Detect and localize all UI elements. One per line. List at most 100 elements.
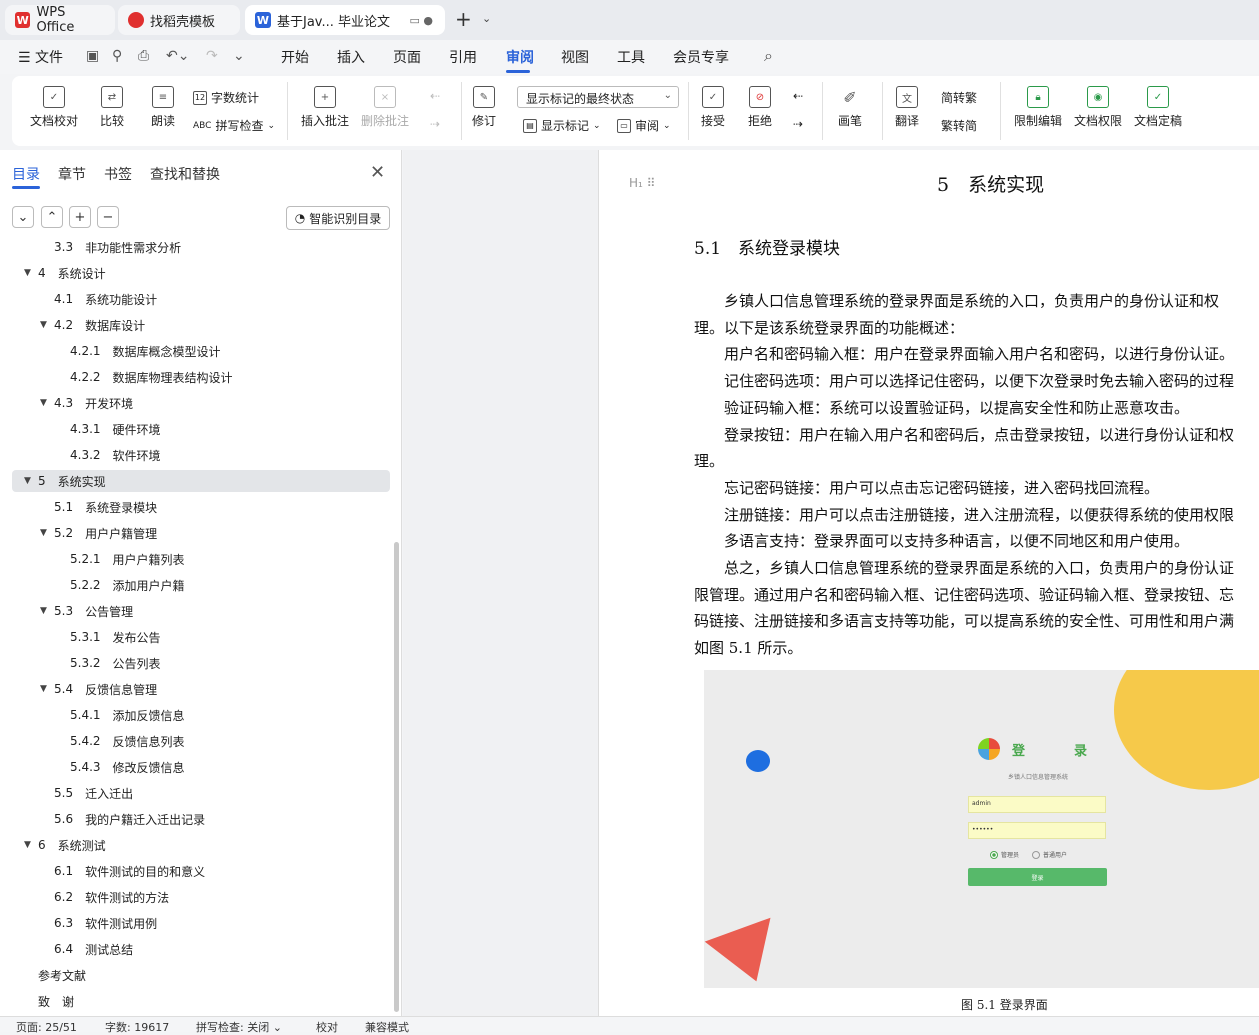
proofread-button[interactable]: ✓ 文档校对 <box>30 86 78 129</box>
delete-comment-button[interactable]: × 删除批注 <box>361 86 409 129</box>
toc-item[interactable]: 5.1 系统登录模块 <box>40 496 157 518</box>
toc-item[interactable]: 3.3 非功能性需求分析 <box>40 242 181 258</box>
menu-insert[interactable]: 插入 <box>337 47 365 67</box>
toc-item[interactable]: 4.2.1 数据库概念模型设计 <box>56 340 221 362</box>
toc-item[interactable]: ▼ 4.2 数据库设计 <box>40 314 145 336</box>
toc-item[interactable]: 4.3.2 软件环境 <box>56 444 161 466</box>
toc-item[interactable]: 5.5 迁入迁出 <box>40 782 133 804</box>
doc-permission-button[interactable]: ◉ 文档权限 <box>1074 86 1122 129</box>
markup-state-select[interactable]: 显示标记的最终状态 ⌄ <box>517 86 679 108</box>
toc-item[interactable]: 5.3.1 发布公告 <box>56 626 161 648</box>
accept-button[interactable]: ✓ 接受 <box>701 86 725 129</box>
toc-item[interactable]: 6.3 软件测试用例 <box>40 912 157 934</box>
toc-item[interactable]: 5.4.3 修改反馈信息 <box>56 756 185 778</box>
toc-item[interactable]: 4.3.1 硬件环境 <box>56 418 161 440</box>
share-icon[interactable]: ⚲ <box>112 48 122 64</box>
toc-item[interactable]: ▼ 4.3 开发环境 <box>40 392 133 414</box>
revise-button[interactable]: ✎ 修订 <box>472 86 496 129</box>
toc-item[interactable]: ▼ 6 系统测试 <box>24 834 106 856</box>
toc-item[interactable]: ▼ 4 系统设计 <box>24 262 106 284</box>
menu-member[interactable]: 会员专享 <box>673 47 729 67</box>
chevron-down-icon[interactable]: ⌄ <box>482 12 491 25</box>
undo-icon[interactable]: ↶⌄ <box>166 48 189 64</box>
next-change-icon[interactable]: ⇢ <box>793 117 803 131</box>
tab-document[interactable]: W 基于Jav... 毕业论文 ▭ ● <box>245 5 445 35</box>
toc-item[interactable]: 4.2.2 数据库物理表结构设计 <box>56 366 233 388</box>
save-icon[interactable]: ▣ <box>86 48 99 64</box>
collapse-up-button[interactable]: ⌃ <box>41 206 63 228</box>
expand-down-button[interactable]: ⌄ <box>12 206 34 228</box>
collapse-triangle-icon[interactable]: ▼ <box>40 606 54 616</box>
insert-comment-button[interactable]: + 插入批注 <box>301 86 349 129</box>
tab-close-icon[interactable]: ▭ ● <box>410 14 434 27</box>
menu-review[interactable]: 审阅 <box>506 47 534 67</box>
page-indicator[interactable]: 页面: 25/51 <box>16 1019 77 1035</box>
menu-tools[interactable]: 工具 <box>617 47 645 67</box>
next-comment-icon[interactable]: ⇢ <box>430 117 440 131</box>
toc-item[interactable]: 5.3.2 公告列表 <box>56 652 161 674</box>
review-pane-button[interactable]: ▭ 审阅 ⌄ <box>617 117 671 134</box>
collapse-triangle-icon[interactable]: ▼ <box>40 684 54 694</box>
tab-daoke-template[interactable]: 找稻壳模板 <box>118 5 240 35</box>
new-tab-icon[interactable]: + <box>455 9 472 29</box>
smart-toc-button[interactable]: ◔ 智能识别目录 <box>286 206 390 230</box>
toc-item[interactable]: 6.1 软件测试的目的和意义 <box>40 860 205 882</box>
toc-item[interactable]: 5.6 我的户籍迁入迁出记录 <box>40 808 205 830</box>
toc-item[interactable]: 5.2.1 用户户籍列表 <box>56 548 185 570</box>
toc-item[interactable]: ▼ 5.4 反馈信息管理 <box>40 678 157 700</box>
file-menu[interactable]: ☰ 文件 <box>18 47 63 67</box>
to-simplified-button[interactable]: 繁转简 <box>941 117 977 134</box>
nav-tab-toc[interactable]: 目录 <box>12 164 40 184</box>
document-page[interactable]: H₁ ⠿ 5 系统实现 5.1 系统登录模块 乡镇人口信息管理系统的登录界面是系… <box>598 150 1259 1016</box>
pen-button[interactable]: ✐ 画笔 <box>838 86 862 129</box>
nav-tab-bookmark[interactable]: 书签 <box>104 164 132 184</box>
read-aloud-button[interactable]: ≡ 朗读 <box>151 86 175 129</box>
collapse-triangle-icon[interactable]: ▼ <box>40 528 54 538</box>
print-preview-icon[interactable]: ⎙ <box>138 48 149 64</box>
word-count-indicator[interactable]: 字数: 19617 <box>105 1019 169 1035</box>
compare-button[interactable]: ⇄ 比较 <box>100 86 124 129</box>
close-icon[interactable]: ✕ <box>370 162 385 183</box>
reject-button[interactable]: ⊘ 拒绝 <box>748 86 772 129</box>
toc-item[interactable]: ▼ 5.2 用户户籍管理 <box>40 522 157 544</box>
remove-heading-button[interactable]: − <box>97 206 119 228</box>
translate-button[interactable]: 文翻译 <box>895 86 919 129</box>
collapse-triangle-icon[interactable]: ▼ <box>24 840 38 850</box>
doc-finalize-button[interactable]: ✓ 文档定稿 <box>1134 86 1182 129</box>
collapse-triangle-icon[interactable]: ▼ <box>40 320 54 330</box>
tab-wps-office[interactable]: W WPS Office <box>5 5 115 35</box>
spell-check-indicator[interactable]: 拼写检查: 关闭 ⌄ <box>196 1019 282 1035</box>
toc-item[interactable]: ▼ 5.3 公告管理 <box>40 600 133 622</box>
toc-item[interactable]: 5.4.1 添加反馈信息 <box>56 704 185 726</box>
nav-tab-chapter[interactable]: 章节 <box>58 164 86 184</box>
redo-icon[interactable]: ↷ <box>206 48 218 64</box>
spell-check-button[interactable]: ABC 拼写检查 ⌄ <box>193 117 275 134</box>
nav-scrollbar[interactable] <box>394 542 399 1012</box>
to-traditional-button[interactable]: 简转繁 <box>941 89 977 106</box>
restrict-edit-button[interactable]: 🔒︎ 限制编辑 <box>1014 86 1062 129</box>
toc-item[interactable]: 参考文献 <box>38 964 86 986</box>
nav-tab-find-replace[interactable]: 查找和替换 <box>150 164 220 184</box>
toc-item[interactable]: 6.4 测试总结 <box>40 938 133 960</box>
search-icon[interactable]: ⌕ <box>764 46 773 66</box>
heading-handle-icon[interactable]: H₁ ⠿ <box>629 176 655 190</box>
toc-item[interactable]: 5.2.2 添加用户户籍 <box>56 574 185 596</box>
menu-view[interactable]: 视图 <box>561 47 589 67</box>
toc-item[interactable]: 4.1 系统功能设计 <box>40 288 157 310</box>
collapse-triangle-icon[interactable]: ▼ <box>40 398 54 408</box>
collapse-triangle-icon[interactable]: ▼ <box>24 268 38 278</box>
toc-item[interactable]: 5.4.2 反馈信息列表 <box>56 730 185 752</box>
add-heading-button[interactable]: + <box>69 206 91 228</box>
toc-item[interactable]: 6.2 软件测试的方法 <box>40 886 169 908</box>
prev-comment-icon[interactable]: ⇠ <box>430 89 440 103</box>
word-count-button[interactable]: 12 字数统计 <box>193 89 259 106</box>
menu-reference[interactable]: 引用 <box>449 47 477 67</box>
menu-start[interactable]: 开始 <box>281 47 309 67</box>
show-markup-button[interactable]: ▤ 显示标记 ⌄ <box>523 117 601 134</box>
proof-indicator[interactable]: 校对 <box>316 1019 338 1035</box>
collapse-triangle-icon[interactable]: ▼ <box>24 476 38 486</box>
chevron-down-icon[interactable]: ⌄ <box>233 48 245 64</box>
toc-item[interactable]: 致 谢 <box>38 990 74 1012</box>
toc-item[interactable]: ▼ 5 系统实现 <box>12 470 390 492</box>
menu-page[interactable]: 页面 <box>393 47 421 67</box>
